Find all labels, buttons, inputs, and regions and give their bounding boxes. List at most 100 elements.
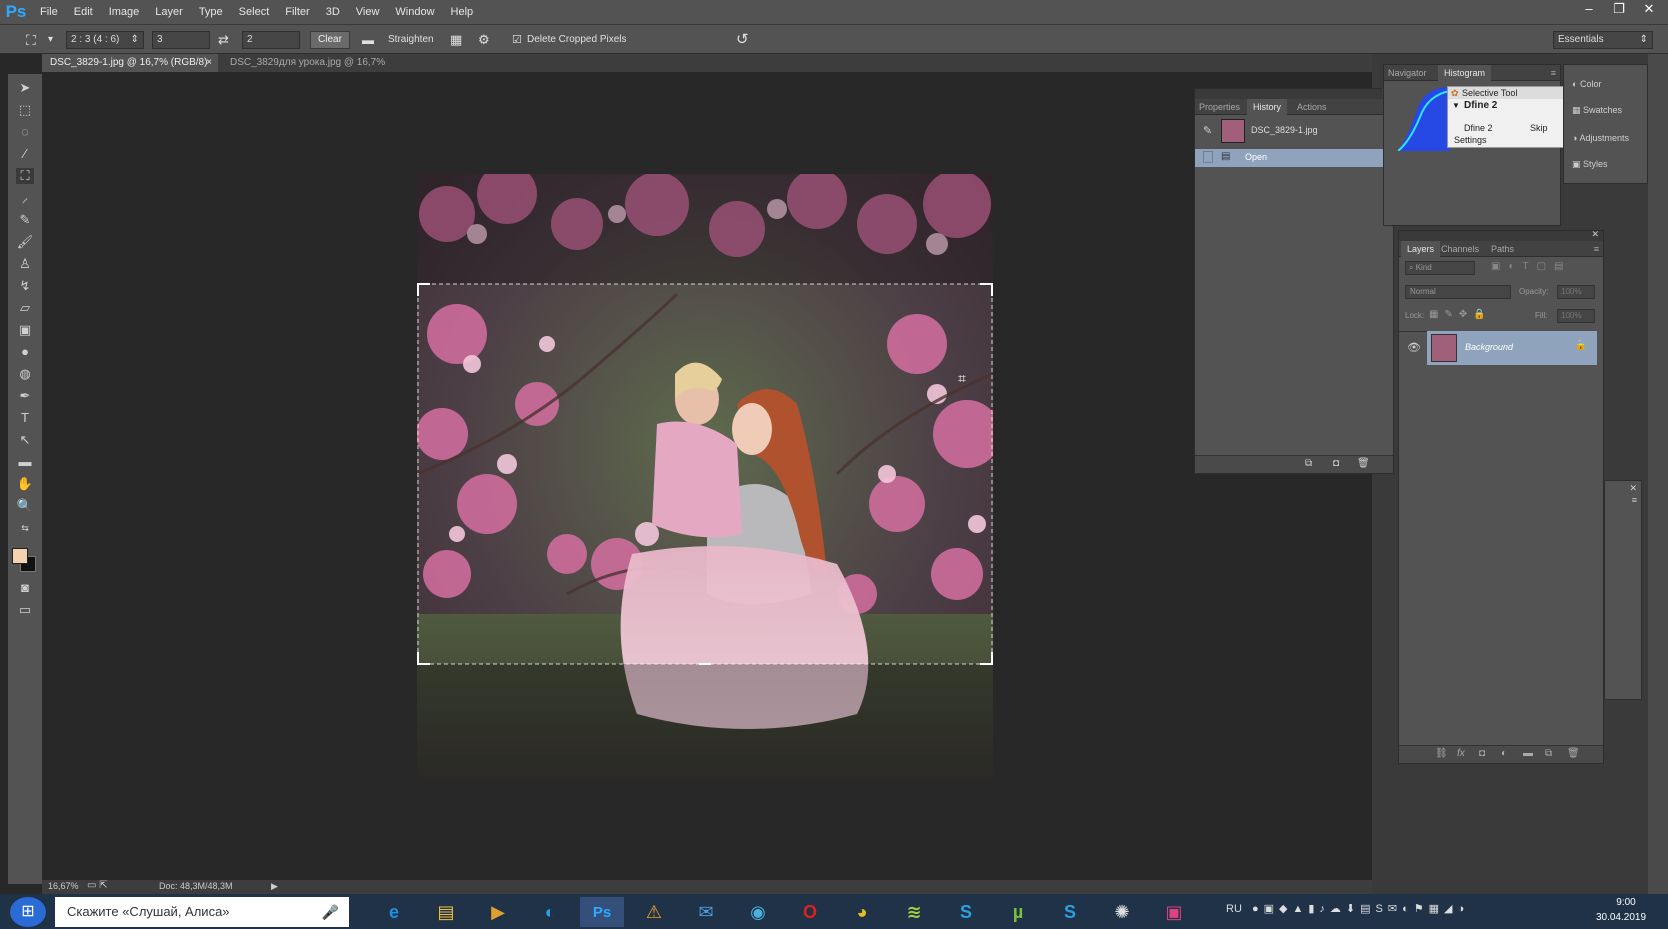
skype-business-icon[interactable]: S xyxy=(944,897,988,927)
mail-icon[interactable]: ✉ xyxy=(684,897,728,927)
add-mask-icon[interactable]: ◘ xyxy=(1479,748,1485,759)
document-image[interactable] xyxy=(417,174,993,778)
tab-histogram[interactable]: Histogram xyxy=(1438,65,1492,81)
clone-stamp-tool-icon[interactable]: ♙ xyxy=(16,256,34,272)
move-tool-icon[interactable]: ➤ xyxy=(16,80,34,96)
reset-crop-icon[interactable]: ↺ xyxy=(736,31,749,49)
status-menu-arrow-icon[interactable]: ▶ xyxy=(271,881,278,892)
straighten-label[interactable]: Straighten xyxy=(388,31,434,49)
system-tray-icons[interactable]: ●▣◆▲▮♪☁⬇▤S✉◐⚑▦◢◑ xyxy=(1252,902,1469,915)
audio-app-icon[interactable]: ◐ xyxy=(528,897,572,927)
trash-icon[interactable]: 🗑 xyxy=(1357,458,1370,469)
healing-brush-tool-icon[interactable]: ✎ xyxy=(16,212,34,228)
swap-dimensions-icon[interactable]: ⇄ xyxy=(218,31,229,49)
crop-settings-gear-icon[interactable]: ⚙ xyxy=(478,31,490,49)
menu-select[interactable]: Select xyxy=(231,0,278,24)
eyedropper-tool-icon[interactable]: ⸝ xyxy=(16,190,34,206)
history-checkbox[interactable] xyxy=(1203,151,1213,163)
menu-edit[interactable]: Edit xyxy=(66,0,101,24)
aperture-app-icon[interactable]: ✺ xyxy=(1100,897,1144,927)
location-app-icon[interactable]: ◉ xyxy=(736,897,780,927)
type-tool-icon[interactable]: T xyxy=(16,410,34,426)
swatches-panel-button[interactable]: ▦ Swatches xyxy=(1572,103,1642,117)
voice-search-input[interactable]: Скажите «Слушай, Алиса» 🎤 xyxy=(55,897,349,927)
pen-tool-icon[interactable]: ✒ xyxy=(16,388,34,404)
tab-paths[interactable]: Paths xyxy=(1491,241,1514,257)
workspace-select[interactable]: Essentials ⇕ xyxy=(1553,31,1653,49)
lasso-tool-icon[interactable]: ◌ xyxy=(16,124,34,140)
doc-tab-active[interactable]: DSC_3829-1.jpg @ 16,7% (RGB/8) × xyxy=(42,54,218,72)
network-app-icon[interactable]: ≋ xyxy=(892,897,936,927)
restore-button[interactable]: ❐ xyxy=(1608,0,1630,18)
selective-row-right[interactable]: Skip xyxy=(1530,123,1548,133)
tab-properties[interactable]: Properties xyxy=(1199,99,1240,115)
history-brush-tool-icon[interactable]: ↯ xyxy=(16,278,34,294)
selective-row-left[interactable]: Dfine 2 xyxy=(1464,123,1493,133)
fill-input[interactable]: 100% xyxy=(1557,309,1595,323)
menu-file[interactable]: File xyxy=(32,0,66,24)
path-selection-tool-icon[interactable]: ↖ xyxy=(16,432,34,448)
language-indicator[interactable]: RU xyxy=(1226,903,1242,915)
photoshop-taskbar-icon[interactable]: Ps xyxy=(580,897,624,927)
eraser-tool-icon[interactable]: ▱ xyxy=(16,300,34,316)
file-explorer-icon[interactable]: ▤ xyxy=(424,897,468,927)
swap-colors-icon[interactable]: ⇆ xyxy=(16,520,34,536)
media-player-icon[interactable]: ▶ xyxy=(476,897,520,927)
opacity-input[interactable]: 100% xyxy=(1557,285,1595,299)
menu-layer[interactable]: Layer xyxy=(147,0,191,24)
menu-help[interactable]: Help xyxy=(443,0,482,24)
overlay-grid-icon[interactable]: ▦ xyxy=(450,31,462,49)
tab-actions[interactable]: Actions xyxy=(1297,99,1327,115)
quick-mask-icon[interactable]: ◙ xyxy=(16,580,34,596)
doc-tab-inactive[interactable]: DSC_3829для урока.jpg @ 16,7% (RGB/8) × xyxy=(222,54,432,86)
layer-name[interactable]: Background xyxy=(1465,342,1513,352)
dodge-tool-icon[interactable]: ◍ xyxy=(16,366,34,382)
link-layers-icon[interactable]: ⛓ xyxy=(1435,748,1448,759)
gradient-tool-icon[interactable]: ▣ xyxy=(16,322,34,338)
trash-icon[interactable]: 🗑 xyxy=(1567,748,1580,759)
screen-mode-icon[interactable]: ▭ xyxy=(16,602,34,618)
tool-preset-dropdown-icon[interactable]: ▾ xyxy=(48,31,53,49)
menu-type[interactable]: Type xyxy=(191,0,231,24)
delete-cropped-checkbox[interactable]: ☑ xyxy=(512,31,522,49)
minimize-button[interactable]: – xyxy=(1578,0,1600,18)
menu-window[interactable]: Window xyxy=(387,0,442,24)
panel-menu-icon[interactable]: ≡ xyxy=(1551,65,1556,81)
internet-explorer-icon[interactable]: e xyxy=(372,897,416,927)
menu-view[interactable]: View xyxy=(348,0,388,24)
close-panel-icon[interactable]: ✕ xyxy=(1629,483,1637,494)
new-group-icon[interactable]: ▬ xyxy=(1523,748,1533,759)
close-button[interactable]: ✕ xyxy=(1638,0,1660,18)
tab-channels[interactable]: Channels xyxy=(1441,241,1479,257)
menu-image[interactable]: Image xyxy=(101,0,148,24)
selective-settings[interactable]: Settings xyxy=(1454,135,1487,145)
clock-time[interactable]: 9:00 xyxy=(1601,897,1651,908)
marquee-tool-icon[interactable]: ⬚ xyxy=(16,102,34,118)
adjustment-layer-icon[interactable]: ◐ xyxy=(1501,748,1507,759)
tab-history[interactable]: History xyxy=(1247,99,1288,115)
zoom-level[interactable]: 16,67% xyxy=(48,881,79,891)
layer-filter-select[interactable]: ⌕ Kind xyxy=(1405,261,1475,275)
menu-3d[interactable]: 3D xyxy=(318,0,348,24)
layer-filter-icons[interactable]: ▣◐T▢▤ xyxy=(1491,261,1572,272)
clock-date[interactable]: 30.04.2019 xyxy=(1591,912,1651,923)
crop-height-input[interactable]: 2 xyxy=(242,31,300,49)
layer-lock-icon[interactable]: 🔒 xyxy=(1575,340,1587,351)
crop-tool-icon[interactable]: ⛶ xyxy=(26,31,36,49)
rectangle-tool-icon[interactable]: ▬ xyxy=(16,454,34,470)
layer-row[interactable]: Background 🔒 xyxy=(1427,331,1597,365)
fx-icon[interactable]: fx xyxy=(1457,748,1465,759)
visibility-eye-icon[interactable]: 👁 xyxy=(1407,341,1421,354)
camera-icon[interactable]: ◘ xyxy=(1333,458,1339,469)
skype-icon[interactable]: S xyxy=(1048,897,1092,927)
photo-app-icon[interactable]: ▣ xyxy=(1152,897,1196,927)
crop-tool-icon[interactable]: ⛶ xyxy=(16,168,34,184)
close-panel-icon[interactable]: ✕ xyxy=(1591,229,1599,240)
crop-width-input[interactable]: 3 xyxy=(152,31,210,49)
brush-tool-icon[interactable]: 🖌 xyxy=(16,234,34,250)
new-document-icon[interactable]: ⧉ xyxy=(1305,458,1312,469)
panel-menu-icon[interactable]: ≡ xyxy=(1594,241,1599,257)
history-brush-source-icon[interactable]: ✎ xyxy=(1203,124,1212,137)
color-panel-button[interactable]: ◐ Color xyxy=(1572,77,1642,91)
close-tab-icon[interactable]: × xyxy=(206,54,212,72)
